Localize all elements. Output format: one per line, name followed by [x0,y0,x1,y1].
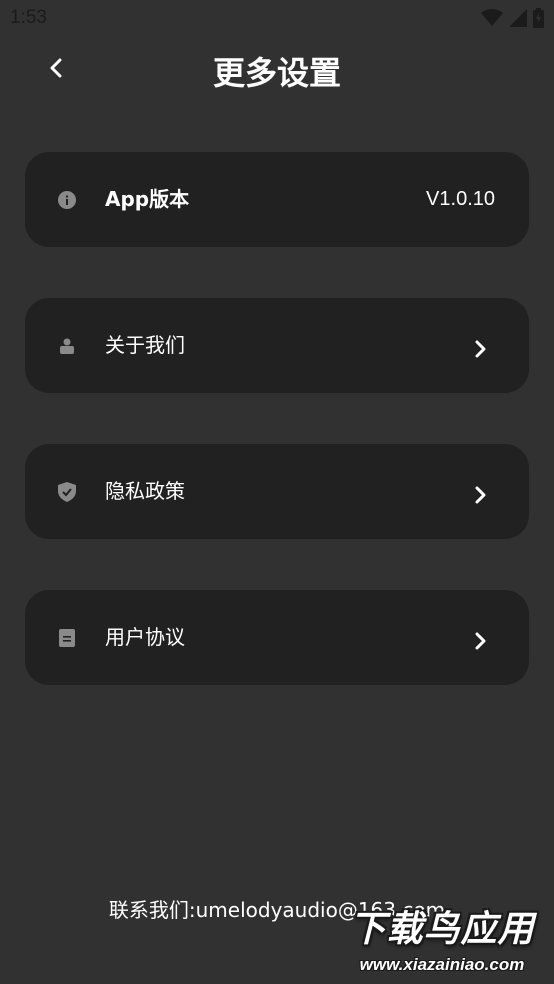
chevron-right-icon [473,486,487,504]
about-us-label: 关于我们 [105,333,185,357]
chevron-right-icon [473,340,487,358]
watermark-url: www.xiazainiao.com [359,955,525,974]
info-icon [57,190,77,210]
status-time: 1:53 [10,7,47,28]
app-version-value: V1.0.10 [426,188,495,210]
contact-text: 联系我们:umelodyaudio@163.com [108,898,446,922]
wifi-icon [481,9,503,27]
privacy-policy-item[interactable]: 隐私政策 [25,444,529,539]
user-agreement-item[interactable]: 用户协议 [25,590,529,685]
app-version-row: App版本 V1.0.10 [25,152,529,247]
status-icons [481,8,544,28]
status-bar: 1:53 [0,0,554,36]
chevron-right-icon [473,632,487,650]
page-title: 更多设置 [212,54,341,92]
document-icon [57,628,77,648]
user-icon [57,336,77,356]
privacy-policy-label: 隐私政策 [105,479,185,503]
about-us-item[interactable]: 关于我们 [25,298,529,393]
user-agreement-label: 用户协议 [105,625,185,649]
signal-icon [509,9,527,27]
battery-icon [533,8,544,28]
shield-icon [57,482,77,502]
app-version-label: App版本 [105,187,190,211]
